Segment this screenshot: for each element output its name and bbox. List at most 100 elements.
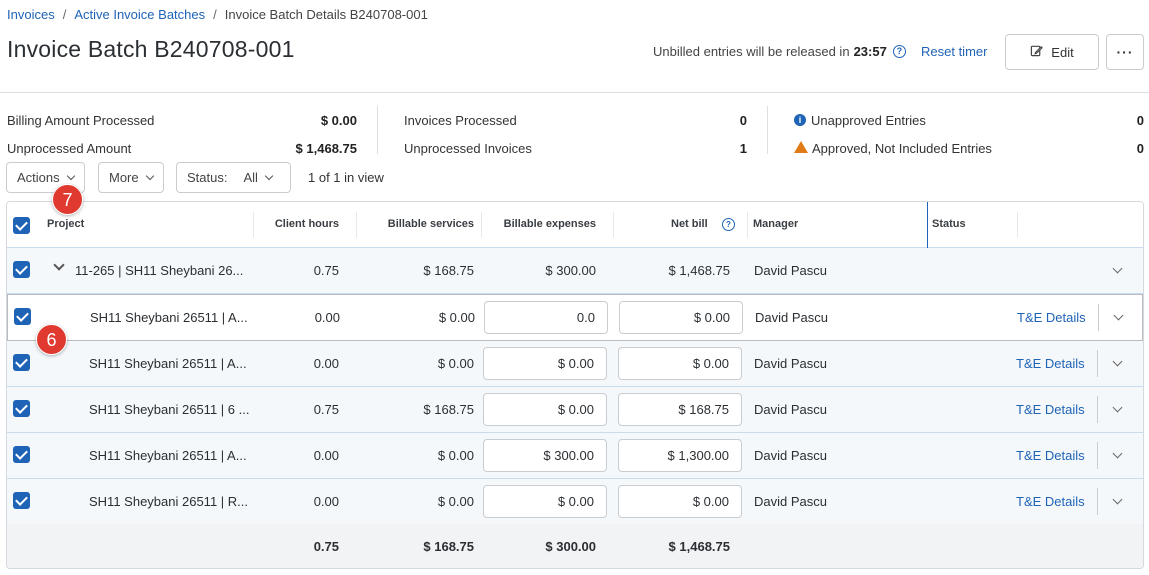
breadcrumb-invoices-link[interactable]: Invoices — [7, 7, 55, 22]
row-divider — [1097, 350, 1098, 377]
table-row[interactable]: SH11 Sheybani 26511 | A... 0.00 $ 0.00 $… — [7, 433, 1143, 479]
table-row[interactable]: SH11 Sheybani 26511 | A... 0.00 $ 0.00 0… — [7, 294, 1143, 341]
col-status[interactable]: Status — [932, 218, 966, 230]
chevron-down-icon[interactable] — [1112, 494, 1123, 505]
net-bill-help-icon[interactable]: ? — [722, 218, 735, 231]
total-billable-services: $ 168.75 — [423, 539, 474, 554]
row-divider — [1097, 396, 1098, 423]
billable-expenses-input[interactable]: 0.0 — [484, 301, 608, 334]
te-details-link[interactable]: T&E Details — [1016, 402, 1085, 417]
manager-cell: David Pascu — [754, 263, 827, 278]
chevron-down-icon[interactable] — [1112, 402, 1123, 413]
te-details-link[interactable]: T&E Details — [1016, 448, 1085, 463]
col-project[interactable]: Project — [47, 218, 84, 230]
summary-value: $ 0.00 — [320, 112, 357, 128]
te-details-link[interactable]: T&E Details — [1016, 356, 1085, 371]
row-checkbox[interactable] — [14, 308, 31, 325]
timer-countdown: 23:57 — [853, 44, 887, 59]
summary-value: 0 — [1136, 112, 1144, 128]
more-label: More — [109, 170, 139, 185]
help-icon[interactable]: ? — [892, 45, 906, 58]
view-count: 1 of 1 in view — [308, 170, 384, 185]
chevron-down-icon[interactable] — [53, 259, 65, 271]
billable-expenses-input[interactable]: $ 300.00 — [483, 439, 607, 472]
client-hours-cell: 0.75 — [313, 263, 339, 278]
project-cell: SH11 Sheybani 26511 | R... — [89, 494, 248, 509]
status-filter-label: Status: — [187, 170, 228, 185]
edit-button[interactable]: Edit — [1005, 34, 1099, 70]
net-bill-input[interactable]: $ 0.00 — [619, 301, 743, 334]
net-bill-input[interactable]: $ 0.00 — [618, 347, 742, 380]
annotation-badge-7: 7 — [52, 184, 83, 215]
client-hours-cell: 0.00 — [314, 310, 340, 325]
summary-invoices: Invoices Processed 0 Unprocessed Invoice… — [404, 106, 747, 162]
client-hours-cell: 0.00 — [313, 494, 339, 509]
column-resize-handle[interactable] — [927, 202, 928, 248]
billable-expenses-input[interactable]: $ 0.00 — [483, 347, 607, 380]
project-cell: SH11 Sheybani 26511 | A... — [90, 310, 248, 325]
net-bill-cell: $ 1,468.75 — [668, 263, 730, 278]
col-billable-expenses[interactable]: Billable expenses — [483, 218, 596, 230]
row-checkbox[interactable] — [13, 261, 30, 278]
row-divider — [1098, 304, 1099, 331]
billable-expenses-input[interactable]: $ 0.00 — [483, 393, 607, 426]
client-hours-cell: 0.00 — [313, 448, 339, 463]
col-net-bill[interactable]: Net bill — [671, 218, 708, 230]
breadcrumb-active-batches-link[interactable]: Active Invoice Batches — [74, 7, 205, 22]
table-row[interactable]: SH11 Sheybani 26511 | A... 0.00 $ 0.00 $… — [7, 341, 1143, 387]
info-icon: i — [794, 114, 806, 126]
chevron-down-icon[interactable] — [1112, 263, 1123, 274]
net-bill-input[interactable]: $ 1,300.00 — [618, 439, 742, 472]
more-dropdown[interactable]: More — [98, 162, 164, 193]
project-cell: SH11 Sheybani 26511 | A... — [89, 356, 247, 371]
more-options-button[interactable]: ··· — [1106, 34, 1144, 70]
breadcrumb-separator: / — [213, 7, 217, 22]
chevron-down-icon[interactable] — [1113, 310, 1124, 321]
actions-label: Actions — [17, 170, 60, 185]
total-net-bill: $ 1,468.75 — [668, 539, 730, 554]
reset-timer-link[interactable]: Reset timer — [921, 44, 987, 59]
summary-value: 1 — [739, 140, 747, 156]
summary-label: Unapproved Entries — [811, 112, 926, 128]
row-checkbox[interactable] — [13, 400, 30, 417]
chevron-down-icon[interactable] — [1112, 448, 1123, 459]
select-all-checkbox[interactable] — [13, 217, 30, 234]
summary-value: $ 1,468.75 — [295, 140, 357, 156]
breadcrumb-current: Invoice Batch Details B240708-001 — [224, 7, 428, 22]
col-billable-services[interactable]: Billable services — [357, 218, 474, 230]
net-bill-input[interactable]: $ 0.00 — [618, 485, 742, 518]
col-client-hours[interactable]: Client hours — [247, 218, 339, 230]
manager-cell: David Pascu — [755, 310, 828, 325]
billable-services-cell: $ 0.00 — [437, 494, 474, 509]
billable-expenses-cell: $ 300.00 — [545, 263, 596, 278]
row-checkbox[interactable] — [13, 492, 30, 509]
chevron-down-icon[interactable] — [1112, 356, 1123, 367]
row-checkbox[interactable] — [13, 354, 30, 371]
timer-text: Unbilled entries will be released in — [653, 44, 850, 59]
billable-services-cell: $ 168.75 — [423, 402, 474, 417]
table-row[interactable]: SH11 Sheybani 26511 | 6 ... 0.75 $ 168.7… — [7, 387, 1143, 433]
billable-services-cell: $ 168.75 — [423, 263, 474, 278]
billable-expenses-input[interactable]: $ 0.00 — [483, 485, 607, 518]
te-details-link[interactable]: T&E Details — [1017, 310, 1086, 325]
table-row[interactable]: SH11 Sheybani 26511 | R... 0.00 $ 0.00 $… — [7, 479, 1143, 525]
te-details-link[interactable]: T&E Details — [1016, 494, 1085, 509]
manager-cell: David Pascu — [754, 402, 827, 417]
col-manager[interactable]: Manager — [753, 218, 798, 230]
release-timer: Unbilled entries will be released in 23:… — [653, 44, 906, 59]
summary-label: Invoices Processed — [404, 112, 517, 128]
table-row-parent[interactable]: 11-265 | SH11 Sheybani 26... 0.75 $ 168.… — [7, 248, 1143, 294]
status-filter[interactable]: Status: All — [176, 162, 291, 193]
net-bill-input[interactable]: $ 168.75 — [618, 393, 742, 426]
project-cell: 11-265 | SH11 Sheybani 26... — [75, 263, 244, 278]
edit-button-label: Edit — [1051, 44, 1074, 60]
summary-billing: Billing Amount Processed $ 0.00 Unproces… — [7, 106, 357, 162]
status-filter-value: All — [243, 170, 258, 185]
header-divider — [747, 212, 748, 238]
row-checkbox[interactable] — [13, 446, 30, 463]
table-header: Project Client hours Billable services B… — [7, 202, 1143, 248]
summary-label: Billing Amount Processed — [7, 112, 155, 128]
manager-cell: David Pascu — [754, 356, 827, 371]
chevron-down-icon — [145, 171, 154, 180]
summary-label: Approved, Not Included Entries — [812, 140, 992, 156]
